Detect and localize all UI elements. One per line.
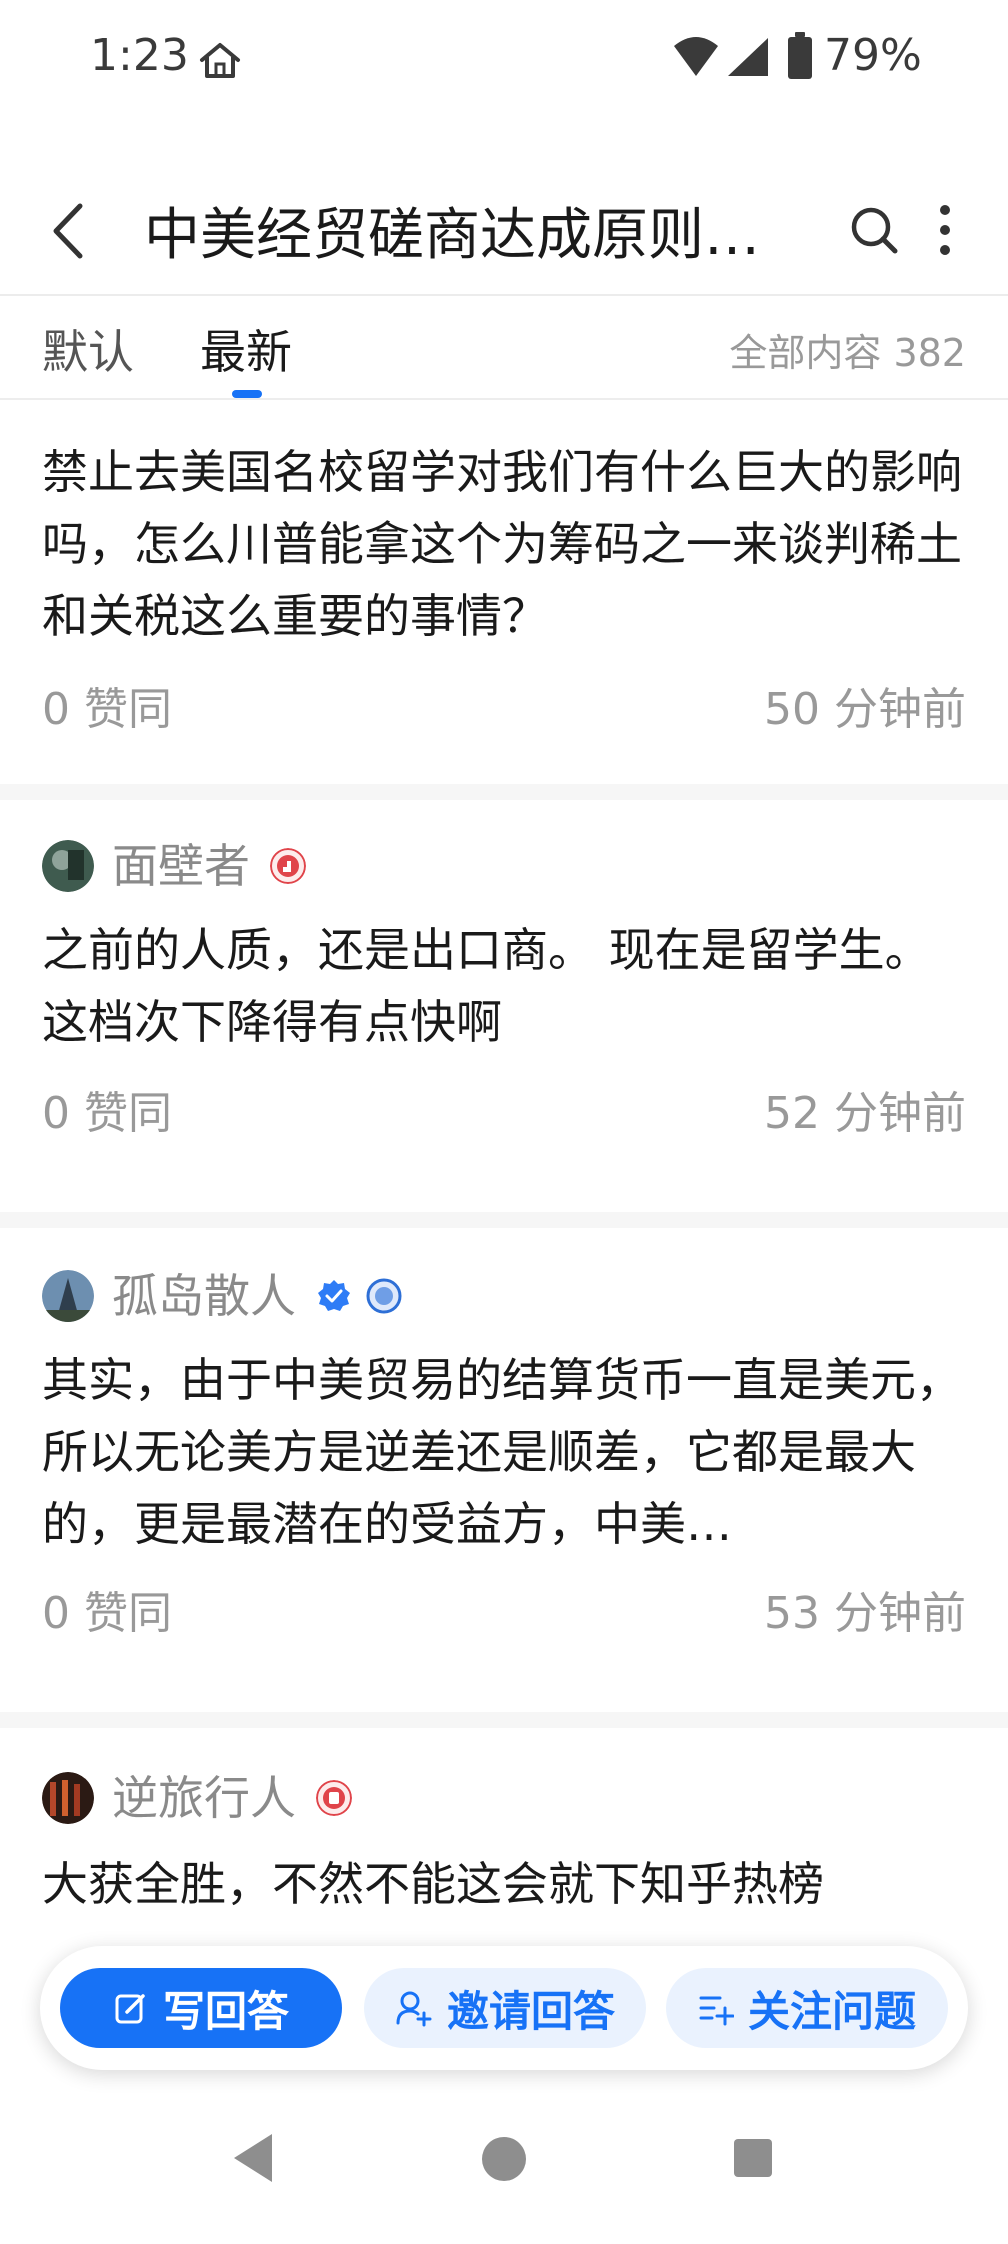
follow-question-button[interactable]: 关注问题: [666, 1968, 948, 2048]
card-separator: [0, 1712, 1008, 1728]
answer-time: 50 分钟前: [764, 684, 966, 735]
author-row[interactable]: 孤岛散人: [42, 1268, 416, 1324]
title-bar: 中美经贸磋商达成原则共识，美方称中国将提供稀土，美国将允许中国留学生入学，如何看…: [0, 174, 1008, 294]
like-count[interactable]: 0 赞同: [42, 682, 172, 738]
wifi-icon: [674, 37, 718, 76]
invite-answer-label: 邀请回答: [446, 1986, 615, 2036]
author-name[interactable]: 孤岛散人: [112, 1268, 296, 1324]
like-count[interactable]: 0 赞同: [42, 1586, 172, 1642]
home-icon: [200, 43, 240, 78]
status-bar: 1:23 79%: [0, 0, 1008, 120]
nav-recent-icon[interactable]: [733, 2138, 773, 2178]
answer-card[interactable]: 孤岛散人 其实，由于中美贸易的结算货币一直是美元，所以无论美方是逆差还是顺差，它…: [0, 1228, 1008, 1712]
answer-time: 53 分钟前: [764, 1588, 966, 1639]
battery-icon: [788, 32, 812, 79]
answer-action-bar: 写回答 邀请回答 关注问题: [40, 1946, 968, 2070]
badge-icon: [270, 848, 306, 884]
back-icon[interactable]: [44, 196, 94, 266]
more-icon[interactable]: [930, 200, 960, 260]
like-count[interactable]: 0 赞同: [42, 1086, 172, 1142]
author-row[interactable]: 面壁者: [42, 838, 320, 894]
answer-text[interactable]: 之前的人质，还是出口商。 现在是留学生。 这档次下降得有点快啊: [42, 914, 972, 1058]
invite-user-icon: [396, 1991, 432, 2027]
battery-percent: 79%: [824, 30, 922, 81]
tab-default[interactable]: 默认: [42, 324, 134, 380]
tab-active-indicator: [232, 390, 262, 398]
answer-text[interactable]: 禁止去美国名校留学对我们有什么巨大的影响吗，怎么川普能拿这个为筹码之一来谈判稀土…: [42, 436, 972, 652]
follow-question-label: 关注问题: [747, 1986, 916, 2036]
status-time: 1:23: [90, 30, 189, 81]
write-answer-button[interactable]: 写回答: [60, 1968, 342, 2048]
author-row[interactable]: 逆旅行人: [42, 1770, 366, 1826]
answer-time: 52 分钟前: [764, 1088, 966, 1139]
card-separator: [0, 784, 1008, 800]
sort-tabs: 默认 最新 全部内容 382: [0, 300, 1008, 400]
answer-card[interactable]: 面壁者 之前的人质，还是出口商。 现在是留学生。 这档次下降得有点快啊 0 赞同…: [0, 800, 1008, 1212]
system-nav-bar: [0, 2080, 1008, 2244]
tabs-divider: [0, 398, 1008, 400]
answer-card[interactable]: 禁止去美国名校留学对我们有什么巨大的影响吗，怎么川普能拿这个为筹码之一来谈判稀土…: [0, 400, 1008, 784]
signal-icon: [728, 38, 768, 76]
edit-icon: [115, 1994, 145, 2024]
avatar[interactable]: [42, 1772, 94, 1824]
title-divider: [0, 294, 1008, 296]
nav-back-icon[interactable]: [228, 2130, 278, 2186]
invite-answer-button[interactable]: 邀请回答: [364, 1968, 646, 2048]
card-separator: [0, 1212, 1008, 1228]
avatar[interactable]: [42, 840, 94, 892]
answer-text[interactable]: 其实，由于中美贸易的结算货币一直是美元，所以无论美方是逆差还是顺差，它都是最大的…: [42, 1344, 972, 1560]
author-name[interactable]: 逆旅行人: [112, 1770, 296, 1826]
search-icon[interactable]: [848, 204, 900, 256]
medal-icon: [366, 1278, 402, 1314]
avatar[interactable]: [42, 1270, 94, 1322]
badge-icon: [316, 1780, 352, 1816]
nav-home-icon[interactable]: [481, 2136, 527, 2182]
tab-latest[interactable]: 最新: [200, 324, 292, 380]
answer-feed: 禁止去美国名校留学对我们有什么巨大的影响吗，怎么川普能拿这个为筹码之一来谈判稀土…: [0, 400, 1008, 2168]
question-title[interactable]: 中美经贸磋商达成原则共识，美方称中国将提供稀土，美国将允许中国留学生入学，如何看…: [144, 196, 794, 276]
write-answer-label: 写回答: [162, 1986, 289, 2036]
author-name[interactable]: 面壁者: [112, 838, 250, 894]
verified-icon: [318, 1280, 350, 1311]
answer-list-screen: 1:23 79% 中美经贸磋商达成原则共识，美方称中国将提供稀土，美国将允许中国…: [0, 0, 1008, 2244]
total-count: 全部内容 382: [729, 331, 966, 375]
follow-list-icon: [699, 1996, 734, 2026]
